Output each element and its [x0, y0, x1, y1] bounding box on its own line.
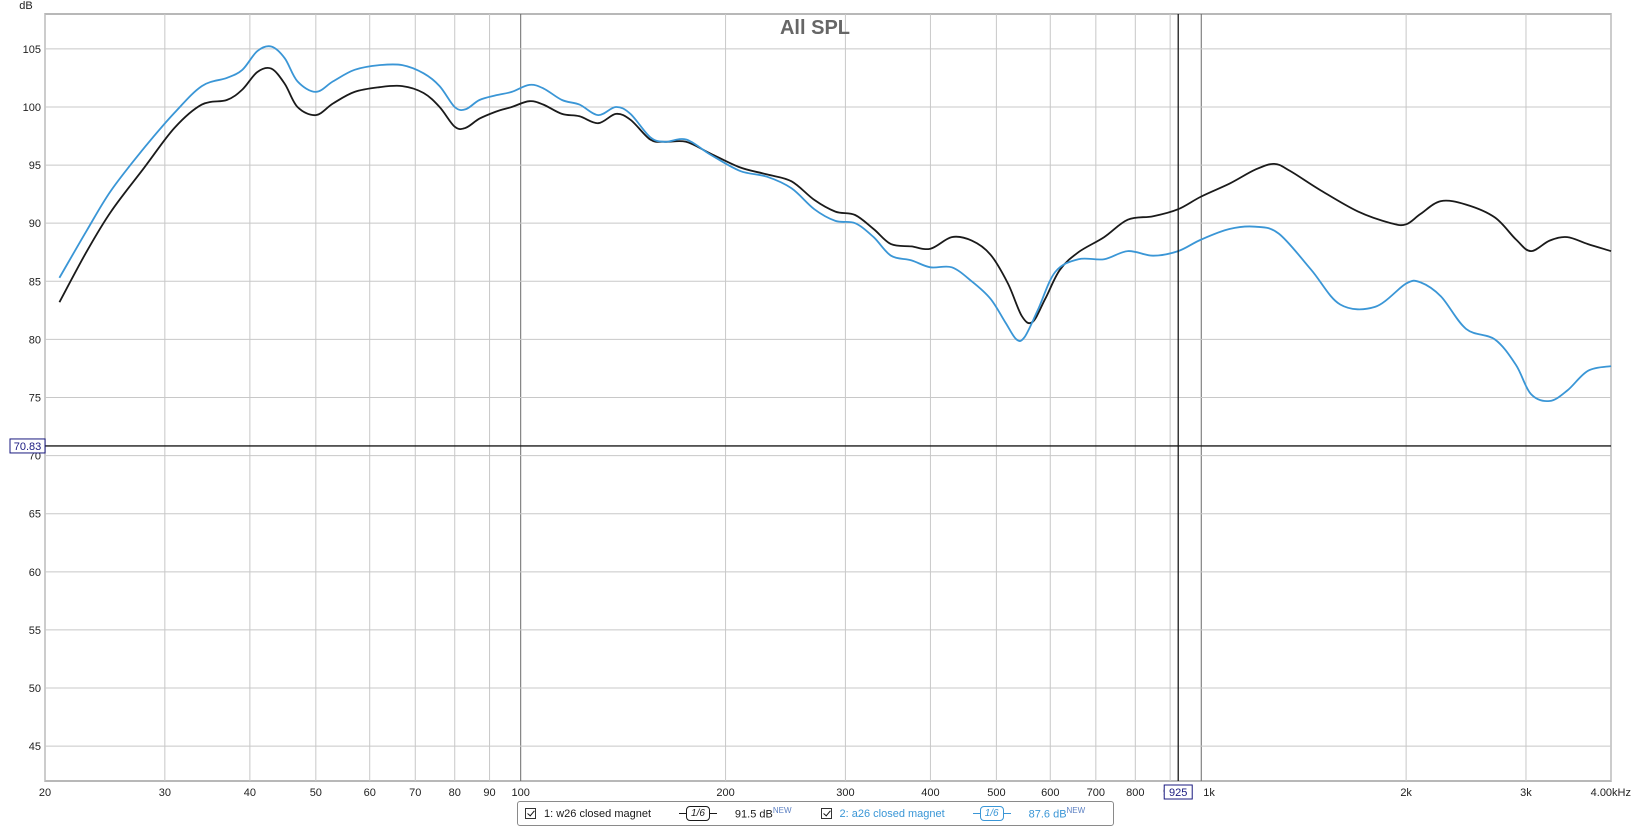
y-tick-label: 55: [29, 625, 41, 637]
x-tick-label: 600: [1041, 787, 1059, 799]
x-tick-label: 20: [39, 787, 51, 799]
chart-grid: [44, 13, 1612, 782]
legend-label-1[interactable]: 1: w26 closed magnet: [544, 808, 651, 820]
cursor-x-readout: 925: [1169, 787, 1187, 799]
y-tick-label: 75: [29, 393, 41, 405]
x-tick-label: 70: [409, 787, 421, 799]
x-tick-label: 100: [512, 787, 530, 799]
legend-level-value-2: 87.6 dB: [1028, 808, 1067, 821]
x-tick-label: 200: [716, 787, 734, 799]
x-tick-label: 3k: [1520, 787, 1532, 799]
legend: 1: w26 closed magnet 1/6 91.5 dBNEW 2: a…: [517, 801, 1114, 826]
legend-checkbox-2[interactable]: [820, 808, 832, 819]
smoothing-indicator-1[interactable]: 1/6: [679, 806, 717, 821]
x-tick-label: 30: [159, 787, 171, 799]
x-tick-label: 50: [310, 787, 322, 799]
new-badge-1: NEW: [772, 806, 792, 816]
legend-level-2: 87.6 dBNEW: [1029, 806, 1086, 821]
x-tick-label: 800: [1126, 787, 1144, 799]
x-tick-label: 90: [483, 787, 495, 799]
y-tick-label: 105: [23, 44, 41, 56]
series-line-1: [58, 66, 1612, 325]
y-tick-label: 60: [29, 567, 41, 579]
x-tick-label: 2k: [1400, 787, 1412, 799]
y-tick-label: 85: [29, 276, 41, 288]
x-tick-label: 1k: [1203, 787, 1215, 799]
smoothing-value-1: 1/6: [686, 806, 710, 821]
legend-item-2[interactable]: 2: a26 closed magnet 1/6 87.6 dBNEW: [820, 806, 1108, 821]
x-tick-label: 60: [364, 787, 376, 799]
x-tick-label: 400: [921, 787, 939, 799]
smoothing-indicator-2[interactable]: 1/6: [972, 806, 1011, 821]
chart-title: All SPL: [780, 17, 850, 39]
x-tick-label: 40: [244, 787, 256, 799]
x-tick-label: 300: [836, 787, 854, 799]
smoothing-value-2: 1/6: [979, 806, 1004, 821]
y-tick-label: 65: [29, 509, 41, 521]
y-tick-label: 50: [29, 683, 41, 695]
legend-checkbox-1[interactable]: [525, 808, 536, 819]
legend-label-2[interactable]: 2: a26 closed magnet: [840, 808, 945, 820]
y-tick-label: 45: [29, 741, 41, 753]
legend-item-1[interactable]: 1: w26 closed magnet 1/6 91.5 dBNEW: [525, 806, 814, 821]
x-tick-label: 80: [449, 787, 461, 799]
legend-level-1: 91.5 dBNEW: [735, 806, 792, 821]
x-tick-label: 700: [1087, 787, 1105, 799]
y-tick-label: 80: [29, 334, 41, 346]
y-axis-label: dB: [19, 0, 32, 12]
y-tick-label: 100: [23, 102, 41, 114]
y-tick-label: 95: [29, 160, 41, 172]
chart-tick-labels: 20 30 40 50 60 70 80 90 100 200 300 400 500 600 700 800…: [23, 44, 1631, 799]
cursor-y-readout: 70.83: [14, 441, 42, 453]
spl-chart[interactable]: 20 30 40 50 60 70 80 90 100 200 300 400 500 600 700 800…: [0, 0, 1633, 828]
x-tick-label: 500: [987, 787, 1005, 799]
legend-level-value-1: 91.5 dB: [734, 808, 773, 821]
y-tick-label: 90: [29, 218, 41, 230]
new-badge-2: NEW: [1066, 806, 1086, 816]
x-tick-label: 4.00kHz: [1591, 787, 1631, 799]
